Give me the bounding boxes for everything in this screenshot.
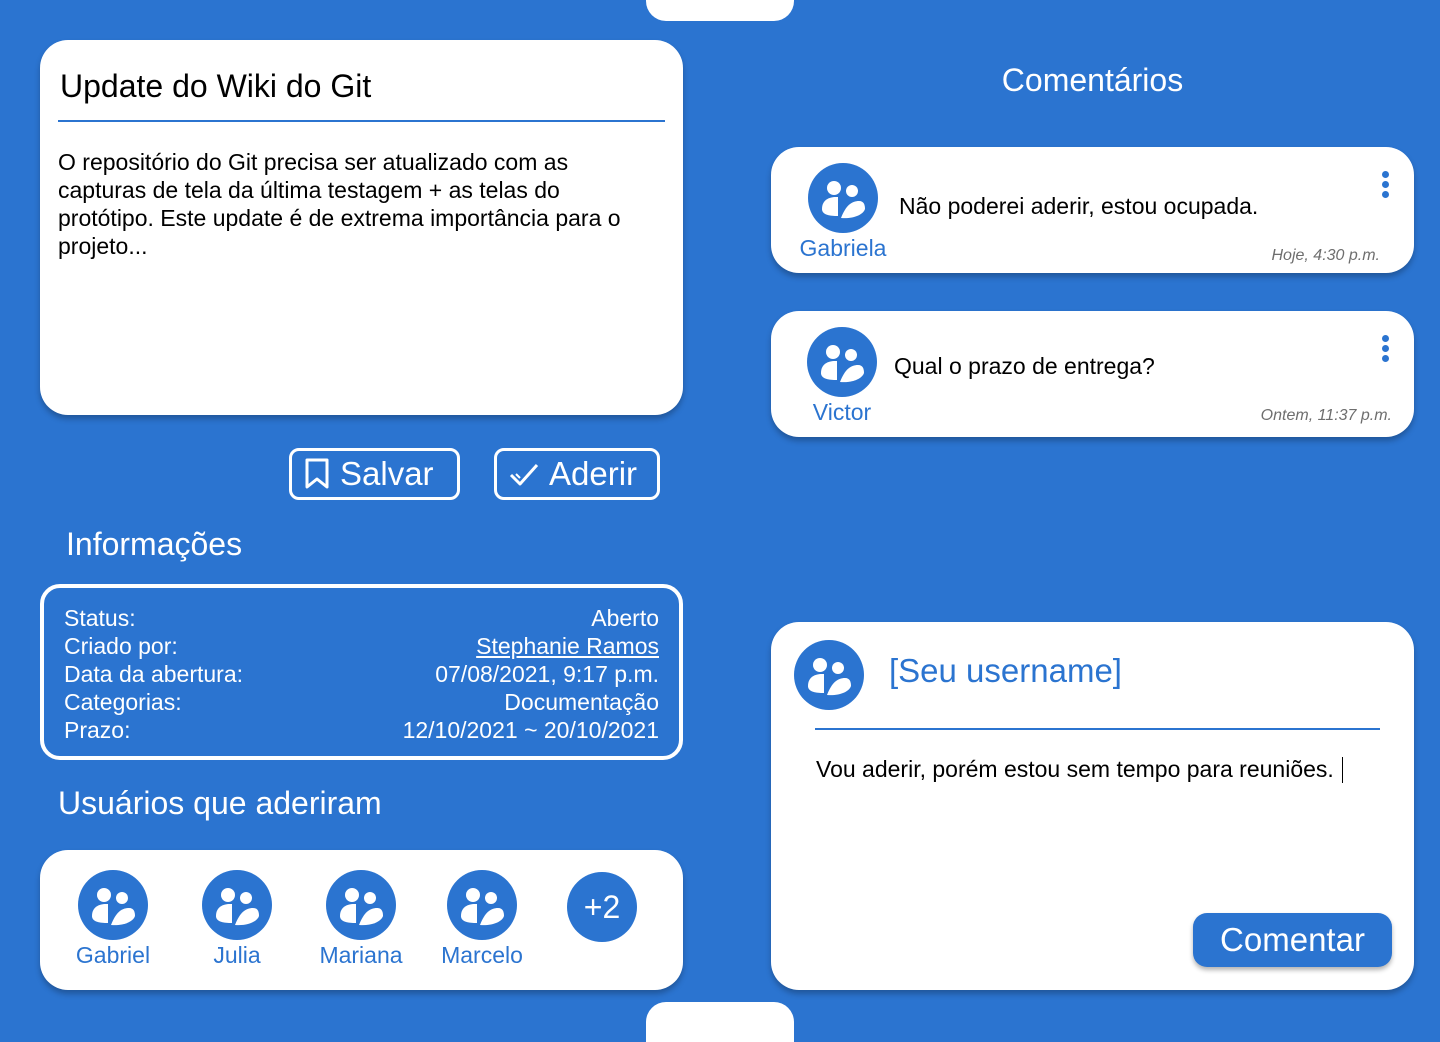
current-username: [Seu username] (889, 652, 1122, 689)
user-avatar-icon (78, 870, 148, 940)
comment-input-text: Vou aderir, porém estou sem tempo para r… (816, 756, 1334, 782)
member-name: Julia (213, 942, 261, 968)
user-avatar-icon (202, 870, 272, 940)
info-label: Criado por: (64, 633, 178, 659)
comment-card: Gabriela Não poderei aderir, estou ocupa… (771, 147, 1414, 273)
author-name: Victor (812, 399, 872, 425)
save-label: Salvar (340, 455, 434, 492)
comments-title: Comentários (1001, 62, 1184, 98)
comment-timestamp: Hoje, 4:30 p.m. (1271, 247, 1381, 264)
info-row-deadline: Prazo: 12/10/2021 ~ 20/10/2021 (64, 716, 659, 744)
comment-timestamp: Ontem, 11:37 p.m. (1260, 407, 1392, 424)
user-avatar-icon (794, 640, 864, 710)
text-caret (1341, 756, 1343, 783)
comment-button[interactable]: Comentar (1193, 913, 1392, 967)
info-row-categories: Categorias: Documentação (64, 688, 659, 716)
user-avatar-icon (447, 870, 517, 940)
member-gabriel[interactable]: Gabriel (58, 870, 168, 969)
more-options-icon[interactable] (1378, 335, 1392, 363)
info-label: Categorias: (64, 689, 182, 715)
bookmark-icon (305, 458, 329, 489)
info-label: Status: (64, 605, 136, 631)
info-value: Documentação (504, 689, 659, 715)
user-avatar-icon (807, 327, 877, 397)
members-title: Usuários que aderiram (58, 785, 382, 821)
member-name: Gabriel (75, 942, 151, 968)
new-comment-card: [Seu username] Vou aderir, porém estou s… (771, 622, 1414, 990)
author-name: Gabriela (799, 235, 887, 261)
username-divider (815, 728, 1380, 730)
comment-author[interactable]: Gabriela (788, 163, 898, 262)
info-value: Aberto (591, 605, 659, 631)
comment-text: Não poderei aderir, estou ocupada. (899, 193, 1259, 219)
top-notch (646, 0, 794, 21)
check-icon (509, 463, 539, 486)
member-name: Marcelo (441, 942, 523, 968)
info-title: Informações (66, 526, 243, 562)
task-description: O repositório do Git precisa ser atualiz… (58, 149, 621, 259)
task-card: Update do Wiki do Git O repositório do G… (40, 40, 683, 415)
user-avatar-icon (326, 870, 396, 940)
member-julia[interactable]: Julia (182, 870, 292, 969)
info-row-opened: Data da abertura: 07/08/2021, 9:17 p.m. (64, 660, 659, 688)
more-members-badge[interactable]: +2 (567, 872, 637, 942)
info-row-status: Status: Aberto (64, 604, 659, 632)
member-name: Mariana (319, 942, 403, 968)
member-mariana[interactable]: Mariana (306, 870, 416, 969)
save-button[interactable]: Salvar (289, 448, 460, 500)
member-marcelo[interactable]: Marcelo (427, 870, 537, 969)
info-box: Status: Aberto Criado por: Stephanie Ram… (40, 584, 683, 760)
comment-text: Qual o prazo de entrega? (894, 353, 1155, 379)
more-options-icon[interactable] (1378, 171, 1392, 199)
comment-card: Victor Qual o prazo de entrega? Ontem, 1… (771, 311, 1414, 437)
user-avatar-icon (808, 163, 878, 233)
task-title: Update do Wiki do Git (60, 68, 372, 104)
members-card: Gabriel Julia Mariana Marcelo +2 (40, 850, 683, 990)
info-label: Prazo: (64, 717, 131, 743)
info-value: 12/10/2021 ~ 20/10/2021 (402, 717, 659, 743)
join-label: Aderir (549, 455, 638, 492)
title-divider (58, 120, 665, 122)
comment-input[interactable]: Vou aderir, porém estou sem tempo para r… (816, 756, 1376, 783)
creator-link[interactable]: Stephanie Ramos (476, 633, 659, 659)
comment-author[interactable]: Victor (787, 327, 897, 426)
bottom-notch (646, 1002, 794, 1042)
info-row-creator: Criado por: Stephanie Ramos (64, 632, 659, 660)
info-label: Data da abertura: (64, 661, 244, 687)
join-button[interactable]: Aderir (494, 448, 660, 500)
info-value: 07/08/2021, 9:17 p.m. (435, 661, 659, 687)
